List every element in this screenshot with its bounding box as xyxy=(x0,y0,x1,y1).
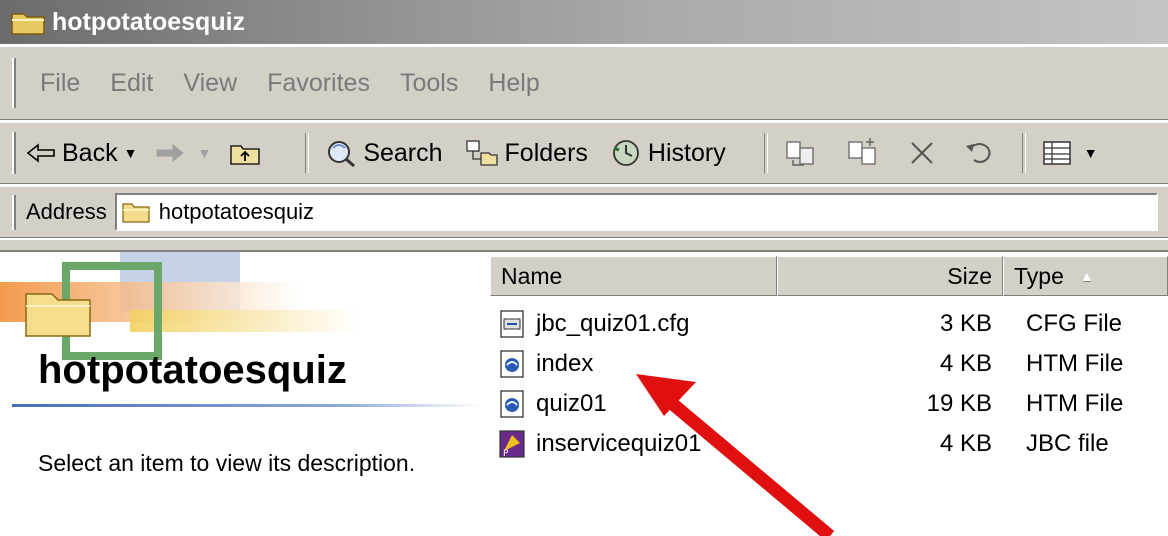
sort-ascending-icon: ▲ xyxy=(1079,268,1094,284)
file-list-view[interactable]: Name Size Type ▲ jbc_quiz01.cfg 3 KB CFG… xyxy=(490,252,1168,536)
history-icon xyxy=(613,140,639,166)
search-label: Search xyxy=(363,138,443,167)
toolbar-separator xyxy=(305,133,310,173)
file-size: 19 KB xyxy=(926,390,992,417)
search-button[interactable]: Search xyxy=(325,138,443,168)
views-dropdown-icon[interactable]: ▼ xyxy=(1084,145,1098,161)
file-row[interactable]: quiz01 19 KB HTM File xyxy=(490,384,1168,424)
column-header-name[interactable]: Name xyxy=(490,256,777,296)
delete-x-icon xyxy=(910,142,933,164)
menu-file[interactable]: File xyxy=(40,69,80,98)
move-to-icon xyxy=(786,141,814,166)
file-name: index xyxy=(536,350,594,377)
folder-info-pane: hotpotatoesquiz Select an item to view i… xyxy=(0,252,490,536)
address-label: Address xyxy=(26,199,107,224)
delete-button[interactable] xyxy=(908,139,942,167)
views-icon xyxy=(1042,141,1071,165)
back-label: Back xyxy=(62,138,118,167)
up-folder-button[interactable] xyxy=(229,140,267,166)
back-button[interactable]: Back xyxy=(26,139,118,168)
folders-icon xyxy=(465,140,498,166)
folders-button[interactable]: Folders xyxy=(465,139,588,168)
history-label: History xyxy=(647,138,726,167)
file-size: 4 KB xyxy=(939,430,992,457)
forward-dropdown-icon[interactable]: ▼ xyxy=(197,145,211,161)
window-title: hotpotatoesquiz xyxy=(52,7,246,36)
file-name: jbc_quiz01.cfg xyxy=(536,310,690,337)
menu-edit[interactable]: Edit xyxy=(110,69,153,98)
file-type: HTM File xyxy=(1026,350,1124,377)
file-row[interactable]: index 4 KB HTM File xyxy=(490,344,1168,384)
column-type-label: Type xyxy=(1014,262,1064,289)
pane-divider xyxy=(0,240,1168,252)
file-type: CFG File xyxy=(1026,310,1122,337)
title-bar: hotpotatoesquiz xyxy=(0,0,1168,44)
folders-label: Folders xyxy=(504,138,588,167)
menu-tools[interactable]: Tools xyxy=(400,69,458,98)
address-input[interactable]: hotpotatoesquiz xyxy=(114,193,1158,231)
file-row[interactable]: P inservicequiz01 4 KB JBC file xyxy=(490,424,1168,464)
file-size: 4 KB xyxy=(939,350,992,377)
toolbar-grip[interactable] xyxy=(12,132,16,174)
title-underline xyxy=(12,404,482,407)
column-name-label: Name xyxy=(501,262,563,289)
forward-arrow-icon xyxy=(156,143,185,163)
column-header-size[interactable]: Size xyxy=(777,256,1003,296)
menu-favorites[interactable]: Favorites xyxy=(267,69,370,98)
address-bar: Address hotpotatoesquiz xyxy=(0,186,1168,238)
column-headers: Name Size Type ▲ xyxy=(490,256,1168,296)
file-name: quiz01 xyxy=(536,390,607,417)
svg-text:P: P xyxy=(503,449,509,459)
menu-help[interactable]: Help xyxy=(488,69,539,98)
folder-title: hotpotatoesquiz xyxy=(38,348,347,392)
address-bar-grip[interactable] xyxy=(12,194,16,230)
back-arrow-icon xyxy=(26,143,55,163)
up-folder-icon xyxy=(230,145,260,165)
menu-bar: File Edit View Favorites Tools Help xyxy=(0,46,1168,120)
file-size: 3 KB xyxy=(939,310,992,337)
file-type: HTM File xyxy=(1026,390,1124,417)
standard-toolbar: Back ▼ ▼ Search Folders History ▼ xyxy=(0,122,1168,184)
address-value: hotpotatoesquiz xyxy=(158,199,315,224)
file-type: JBC file xyxy=(1026,430,1109,457)
item-description: Select an item to view its description. xyxy=(38,450,416,476)
folder-banner-graphic xyxy=(0,252,360,360)
undo-icon xyxy=(965,143,991,163)
copy-to-button[interactable] xyxy=(846,138,886,168)
undo-button[interactable] xyxy=(964,140,1000,166)
views-button[interactable] xyxy=(1042,140,1078,166)
copy-to-icon xyxy=(848,138,876,165)
file-row[interactable]: jbc_quiz01.cfg 3 KB CFG File xyxy=(490,304,1168,344)
cfg-file-icon xyxy=(500,310,524,338)
menu-view[interactable]: View xyxy=(183,69,237,98)
history-button[interactable]: History xyxy=(610,138,726,168)
htm-file-icon xyxy=(500,390,524,418)
toolbar-separator xyxy=(763,133,768,173)
menu-bar-grip[interactable] xyxy=(12,57,16,109)
jbc-file-icon: P xyxy=(499,430,525,459)
search-icon xyxy=(328,141,356,168)
folder-icon xyxy=(122,203,150,223)
folder-icon xyxy=(11,13,45,35)
file-name: inservicequiz01 xyxy=(536,430,702,457)
move-to-button[interactable] xyxy=(784,138,824,168)
toolbar-separator xyxy=(1021,133,1026,173)
htm-file-icon xyxy=(500,350,524,378)
back-dropdown-icon[interactable]: ▼ xyxy=(124,145,138,161)
column-header-type[interactable]: Type ▲ xyxy=(1003,256,1168,296)
forward-button[interactable] xyxy=(155,143,191,163)
column-size-label: Size xyxy=(947,262,992,289)
